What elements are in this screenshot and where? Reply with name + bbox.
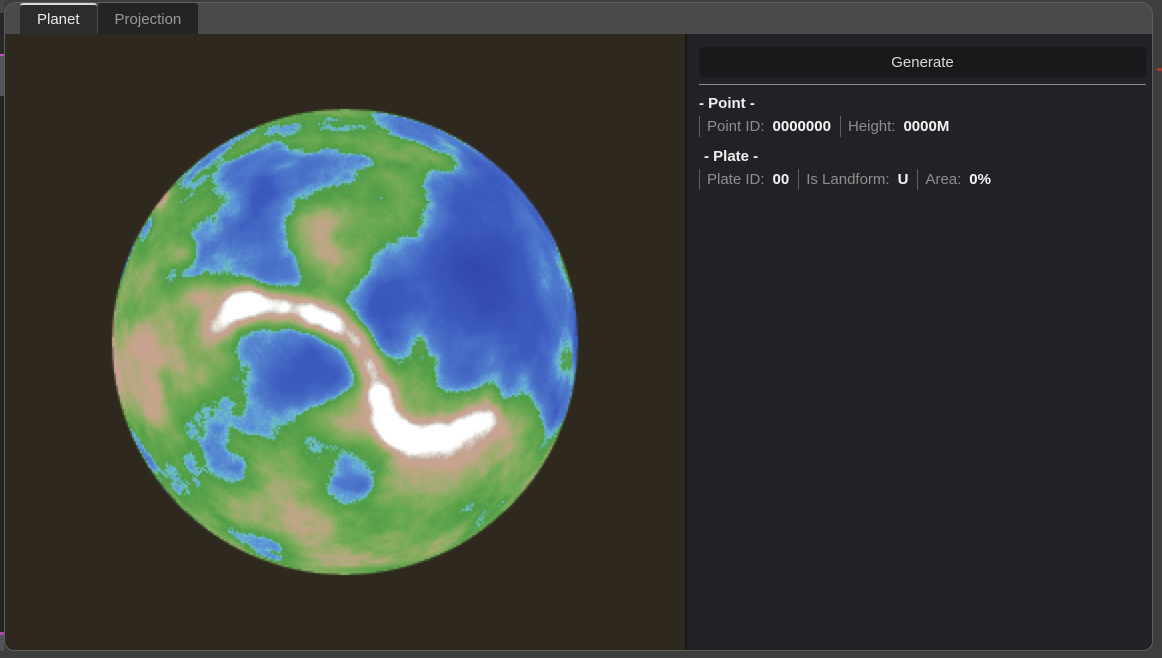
area-value: 0% <box>969 171 991 188</box>
area-label: Area: <box>925 171 961 188</box>
panel-separator-line <box>699 84 1146 85</box>
point-info-row: Point ID: 0000000 Height: 0000M <box>699 115 1146 138</box>
window-content: Generate - Point - Point ID: 0000000 Hei… <box>5 34 1152 650</box>
screen-edge-red-marker <box>1157 68 1162 71</box>
plate-id-value: 00 <box>773 171 790 188</box>
side-panel: Generate - Point - Point ID: 0000000 Hei… <box>687 34 1152 650</box>
point-id-value: 0000000 <box>773 118 831 135</box>
plate-info-row: Plate ID: 00 Is Landform: U Area: 0% <box>699 168 1146 191</box>
is-landform-value: U <box>898 171 909 188</box>
cell-separator <box>699 116 700 137</box>
plate-id-label: Plate ID: <box>707 171 765 188</box>
tab-planet[interactable]: Planet <box>20 3 97 34</box>
height-value: 0000M <box>903 118 949 135</box>
plate-section-title: - Plate - <box>699 147 1146 166</box>
planet-generator-window: Planet Projection Generate - Point - Poi… <box>4 2 1153 651</box>
is-landform-label: Is Landform: <box>806 171 889 188</box>
cell-separator <box>699 169 700 190</box>
height-label: Height: <box>848 118 896 135</box>
point-section-title: - Point - <box>699 94 1146 113</box>
tab-bar: Planet Projection <box>5 3 1152 34</box>
cell-separator <box>840 116 841 137</box>
point-id-label: Point ID: <box>707 118 765 135</box>
generate-button[interactable]: Generate <box>699 47 1146 77</box>
planet-globe-canvas[interactable] <box>110 107 580 577</box>
cell-separator <box>798 169 799 190</box>
planet-viewport[interactable] <box>5 34 685 650</box>
tab-projection[interactable]: Projection <box>98 3 199 34</box>
cell-separator <box>917 169 918 190</box>
